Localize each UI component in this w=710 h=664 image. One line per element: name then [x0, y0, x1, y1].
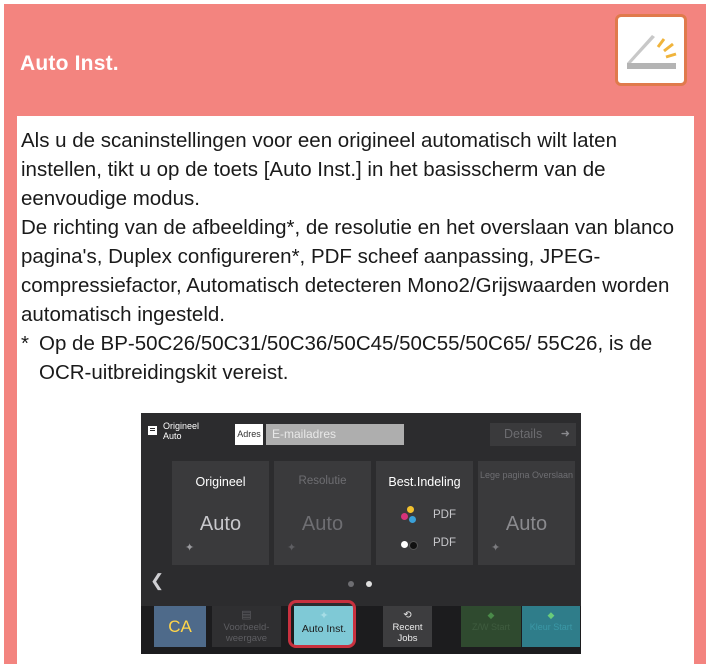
original-label: Origineel [163, 421, 200, 431]
preview-icon: ▤ [241, 609, 252, 621]
history-icon: ⟲ [403, 610, 412, 621]
tile-blank-title: Lege pagina Overslaan [479, 470, 574, 480]
auto-sparkle-icon: ✦ [185, 542, 195, 554]
card-title: Auto Inst. [20, 52, 119, 75]
tile-original[interactable]: Origineel Auto ✦ [172, 461, 269, 565]
footnote: * Op de BP-50C26/50C31/50C36/50C45/50C55… [21, 329, 686, 387]
color-start-button[interactable]: ◆ Kleur Start [522, 606, 580, 647]
recent-jobs-button[interactable]: ⟲ Recent Jobs [383, 606, 432, 647]
diamond-icon: ◆ [547, 610, 555, 620]
info-card: Auto Inst. Als u de scaninstellingen voo… [4, 4, 706, 664]
page-indicator-2 [366, 581, 372, 587]
footnote-text: Op de BP-50C26/50C31/50C36/50C45/50C55/5… [39, 332, 653, 384]
body-text: Als u de scaninstellingen voor een origi… [21, 126, 686, 387]
details-label: Details [504, 427, 543, 441]
color-dot-black [409, 541, 418, 550]
format-color-pdf: PDF [433, 509, 456, 521]
details-button[interactable]: Details ➜ [490, 423, 576, 446]
original-setting[interactable]: Origineel Auto [163, 421, 199, 441]
color-dot-magenta [401, 513, 408, 520]
device-screen: Origineel Auto Adres E-mailadres Details… [141, 413, 581, 654]
format-mono-pdf: PDF [433, 537, 456, 549]
arrow-right-icon: ➜ [560, 428, 570, 440]
recent-jobs-label: Recent Jobs [392, 622, 423, 644]
page-indicator-1 [348, 581, 354, 587]
tile-blank-page-skip[interactable]: Lege pagina Overslaan Auto ✦ [478, 461, 575, 565]
ca-button[interactable]: CA [154, 606, 206, 647]
tile-original-value: Auto [199, 513, 242, 535]
card-header: Auto Inst. [4, 4, 706, 112]
intro-paragraph: Als u de scaninstellingen voor een origi… [21, 129, 617, 210]
bw-start-button[interactable]: ◆ Z/W Start [461, 606, 521, 647]
preview-button[interactable]: ▤ Voorbeeld-weergave [212, 606, 281, 647]
original-icon [148, 426, 157, 435]
email-input[interactable]: E-mailadres [266, 424, 404, 445]
auto-sparkle-icon: ✦ [491, 542, 501, 554]
content-panel: Als u de scaninstellingen voor een origi… [17, 116, 694, 664]
tile-resolution-title: Resolutie [298, 475, 347, 487]
color-dot-cyan [409, 516, 416, 523]
tile-blank-value: Auto [505, 513, 548, 535]
color-dot-white [401, 541, 408, 548]
settings-paragraph: De richting van de afbeelding*, de resol… [21, 216, 675, 326]
tile-resolution-value: Auto [301, 513, 344, 535]
color-start-label: Kleur Start [529, 622, 573, 632]
tile-format-title: Best.Indeling [388, 475, 461, 489]
chevron-left-icon[interactable]: ❮ [150, 571, 164, 591]
tile-file-format[interactable]: Best.Indeling PDF PDF [376, 461, 473, 565]
color-dot-yellow [407, 506, 414, 513]
footnote-mark: * [21, 332, 29, 355]
auto-sparkle-icon: ✦ [287, 542, 297, 554]
diamond-icon: ◆ [487, 610, 495, 620]
tile-resolution[interactable]: Resolutie Auto ✦ [274, 461, 371, 565]
tile-original-title: Origineel [195, 475, 246, 489]
original-value: Auto [163, 431, 182, 441]
preview-label: Voorbeeld-weergave [223, 622, 270, 644]
address-button[interactable]: Adres [235, 424, 263, 445]
bw-start-label: Z/W Start [472, 622, 510, 632]
highlight-ring [288, 600, 356, 648]
scanner-lid-icon [615, 14, 687, 86]
